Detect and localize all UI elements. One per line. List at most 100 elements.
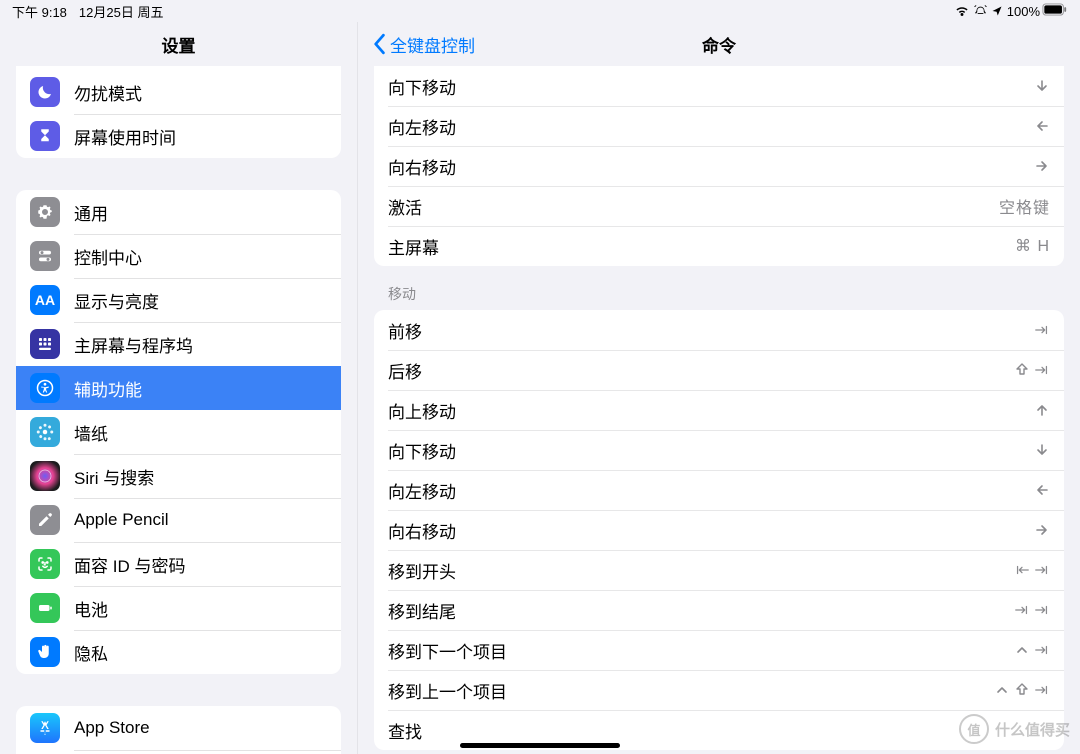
back-label: 全键盘控制	[390, 32, 475, 57]
control-icon	[994, 682, 1010, 698]
tab-icon	[1034, 322, 1050, 338]
moon-icon	[30, 77, 60, 107]
battery-block-icon	[30, 593, 60, 623]
command-label: 主屏幕	[388, 234, 439, 259]
gear-icon	[30, 197, 60, 227]
hourglass-icon	[30, 121, 60, 151]
sidebar-item-dnd[interactable]: 勿扰模式	[16, 70, 341, 114]
sidebar-item-control-center[interactable]: 控制中心	[16, 234, 341, 278]
command-label: 向上移动	[388, 398, 456, 423]
back-button[interactable]: 全键盘控制	[370, 32, 475, 57]
sidebar-item-wallpaper[interactable]: 墙纸	[16, 410, 341, 454]
command-row[interactable]: 向左移动	[374, 106, 1064, 146]
detail-pane: 全键盘控制 命令 向下移动 向左移动 向右移动 激活	[358, 22, 1080, 754]
command-row[interactable]: 向上移动	[374, 390, 1064, 430]
command-row[interactable]: 激活 空格键	[374, 186, 1064, 226]
tab-icon	[1034, 362, 1050, 378]
text-size-icon: AA	[30, 285, 60, 315]
command-label: 前移	[388, 318, 422, 343]
command-row[interactable]: 移到开头	[374, 550, 1064, 590]
sidebar-item-screentime[interactable]: 屏幕使用时间	[16, 114, 341, 158]
command-row[interactable]: 前移	[374, 310, 1064, 350]
sidebar-group: 通用 控制中心 AA 显示与亮度	[16, 190, 341, 674]
faceid-icon	[30, 549, 60, 579]
command-label: 后移	[388, 358, 422, 383]
arrow-right-icon	[1034, 522, 1050, 538]
shift-icon	[1014, 362, 1030, 378]
sidebar-item-label: 隐私	[74, 640, 108, 665]
arrow-down-icon	[1034, 78, 1050, 94]
command-group: 向下移动 向左移动 向右移动 激活 空格键 主屏幕 ⌘ H	[374, 66, 1064, 266]
home-indicator[interactable]	[460, 743, 620, 748]
command-row[interactable]: 向下移动	[374, 66, 1064, 106]
command-label: 向右移动	[388, 518, 456, 543]
status-bar: 下午 9:18 12月25日 周五 100%	[0, 0, 1080, 22]
pencil-icon	[30, 505, 60, 535]
sidebar-item-label: 控制中心	[74, 244, 142, 269]
sidebar-group: App Store 钱包与 Apple Pay	[16, 706, 341, 754]
watermark: 值 什么值得买	[959, 714, 1070, 744]
command-label: 激活	[388, 194, 422, 219]
command-shortcut: ⌘ H	[1015, 236, 1050, 256]
sidebar-item-general[interactable]: 通用	[16, 190, 341, 234]
command-row[interactable]: 向右移动	[374, 146, 1064, 186]
command-shortcut	[1034, 402, 1050, 418]
sidebar-item-wallet[interactable]: 钱包与 Apple Pay	[16, 750, 341, 754]
settings-sidebar: 设置 勿扰模式 屏幕使用时间	[0, 22, 358, 754]
watermark-badge: 值	[959, 714, 989, 744]
location-icon	[991, 5, 1003, 17]
sidebar-item-homescreen[interactable]: 主屏幕与程序坞	[16, 322, 341, 366]
command-row[interactable]: 主屏幕 ⌘ H	[374, 226, 1064, 266]
sidebar-item-label: App Store	[74, 718, 150, 738]
sidebar-item-siri[interactable]: Siri 与搜索	[16, 454, 341, 498]
arrow-down-icon	[1034, 442, 1050, 458]
command-row[interactable]: 移到下一个项目	[374, 630, 1064, 670]
section-header: 移动	[388, 284, 1050, 304]
sidebar-item-privacy[interactable]: 隐私	[16, 630, 341, 674]
sidebar-item-faceid[interactable]: 面容 ID 与密码	[16, 542, 341, 586]
command-row[interactable]: 移到结尾	[374, 590, 1064, 630]
sidebar-item-label: 辅助功能	[74, 376, 142, 401]
command-shortcut	[1034, 118, 1050, 134]
siri-icon	[30, 461, 60, 491]
command-shortcut	[1014, 362, 1050, 378]
command-row[interactable]: 后移	[374, 350, 1064, 390]
sidebar-item-label: 显示与亮度	[74, 288, 159, 313]
switches-icon	[30, 241, 60, 271]
tab-icon	[1034, 602, 1050, 618]
tab-icon	[1014, 602, 1030, 618]
command-label: 向右移动	[388, 154, 456, 179]
command-shortcut	[1034, 78, 1050, 94]
command-row[interactable]: 移到上一个项目	[374, 670, 1064, 710]
command-label: 查找	[388, 718, 422, 743]
sidebar-item-label: 主屏幕与程序坞	[74, 332, 193, 357]
command-shortcut	[1014, 642, 1050, 658]
arrow-left-icon	[1034, 118, 1050, 134]
command-label: 移到下一个项目	[388, 638, 507, 663]
sidebar-item-battery[interactable]: 电池	[16, 586, 341, 630]
battery-icon	[1042, 3, 1068, 19]
arrow-right-icon	[1034, 158, 1050, 174]
wifi-icon	[954, 5, 970, 18]
sidebar-item-pencil[interactable]: Apple Pencil	[16, 498, 341, 542]
sidebar-item-label: 勿扰模式	[74, 80, 142, 105]
arrow-left-icon	[1034, 482, 1050, 498]
tab-icon	[1034, 562, 1050, 578]
sidebar-item-label: Siri 与搜索	[74, 464, 154, 489]
command-shortcut	[994, 682, 1050, 698]
command-shortcut: 空格键	[999, 194, 1050, 218]
detail-header: 全键盘控制 命令	[358, 22, 1080, 66]
command-shortcut	[1034, 158, 1050, 174]
sidebar-item-accessibility[interactable]: 辅助功能	[16, 366, 341, 410]
command-row[interactable]: 向下移动	[374, 430, 1064, 470]
sidebar-item-label: 通用	[74, 200, 108, 225]
command-label: 移到结尾	[388, 598, 456, 623]
sidebar-item-display[interactable]: AA 显示与亮度	[16, 278, 341, 322]
command-row[interactable]: 向右移动	[374, 510, 1064, 550]
sidebar-item-label: Apple Pencil	[74, 510, 169, 530]
sidebar-title: 设置	[0, 22, 357, 66]
battery-percent: 100%	[1007, 4, 1040, 19]
command-row[interactable]: 向左移动	[374, 470, 1064, 510]
status-date: 12月25日 周五	[79, 2, 164, 21]
sidebar-item-appstore[interactable]: App Store	[16, 706, 341, 750]
